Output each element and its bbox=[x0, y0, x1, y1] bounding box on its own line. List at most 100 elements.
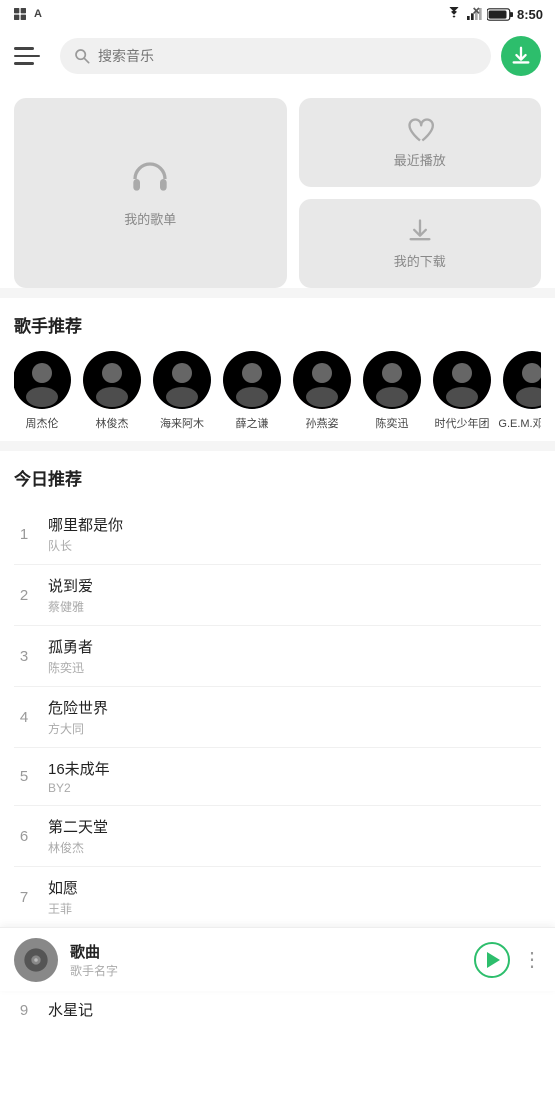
song-number: 1 bbox=[14, 526, 34, 543]
card-right: 最近播放 我的下载 bbox=[299, 98, 541, 288]
cards-section: 我的歌单 最近播放 我的下载 bbox=[0, 84, 555, 288]
more-button[interactable]: ⋮ bbox=[522, 947, 541, 972]
artist-photo bbox=[433, 351, 491, 409]
artist-avatar bbox=[363, 351, 421, 409]
artist-name: G.E.M.邓紫棋 bbox=[498, 415, 541, 431]
menu-line-1 bbox=[14, 47, 34, 50]
song-number: 3 bbox=[14, 648, 34, 665]
today-section: 今日推荐 1 哪里都是你 队长 2 说到爱 蔡健雅 3 孤勇者 陈奕迅 4 危险… bbox=[0, 451, 555, 1112]
status-right: 8:50 bbox=[445, 7, 543, 22]
artist-photo bbox=[503, 351, 541, 409]
song-item[interactable]: 7 如愿 王菲 bbox=[14, 867, 541, 928]
play-icon bbox=[487, 952, 500, 968]
artist-name: 林俊杰 bbox=[96, 415, 129, 431]
artist-photo bbox=[223, 351, 281, 409]
song-artist: BY2 bbox=[48, 781, 541, 795]
heart-icon bbox=[406, 116, 434, 144]
artist-name: 海来阿木 bbox=[160, 415, 204, 431]
search-input[interactable] bbox=[98, 48, 477, 64]
song-number: 7 bbox=[14, 889, 34, 906]
artist-name: 孙燕姿 bbox=[306, 415, 339, 431]
song-item[interactable]: 4 危险世界 方大同 bbox=[14, 687, 541, 748]
artist-item[interactable]: 周杰伦 bbox=[14, 351, 70, 431]
download-icon bbox=[510, 45, 532, 67]
top-bar bbox=[0, 28, 555, 84]
artist-name: 薛之谦 bbox=[236, 415, 269, 431]
song-info: 孤勇者 陈奕迅 bbox=[48, 636, 541, 676]
recent-play-card[interactable]: 最近播放 bbox=[299, 98, 541, 187]
song-item[interactable]: 5 16未成年 BY2 bbox=[14, 748, 541, 806]
artist-avatar bbox=[83, 351, 141, 409]
artists-section: 歌手推荐 周杰伦 林俊杰 bbox=[0, 298, 555, 441]
song-artist: 陈奕迅 bbox=[48, 659, 541, 676]
artist-photo bbox=[153, 351, 211, 409]
my-download-card[interactable]: 我的下载 bbox=[299, 199, 541, 288]
artist-item[interactable]: 海来阿木 bbox=[154, 351, 210, 431]
artist-avatar bbox=[503, 351, 541, 409]
artist-name: 时代少年团 bbox=[435, 415, 490, 431]
song-info: 16未成年 BY2 bbox=[48, 758, 541, 795]
song-title: 水星记 bbox=[48, 999, 541, 1020]
song-info: 水星记 bbox=[48, 999, 541, 1022]
artist-item[interactable]: 薛之谦 bbox=[224, 351, 280, 431]
song-title: 孤勇者 bbox=[48, 636, 541, 657]
artist-item[interactable]: 孙燕姿 bbox=[294, 351, 350, 431]
artist-avatar bbox=[433, 351, 491, 409]
artist-name: 陈奕迅 bbox=[376, 415, 409, 431]
artist-photo bbox=[363, 351, 421, 409]
artist-item[interactable]: 陈奕迅 bbox=[364, 351, 420, 431]
download-outline-icon bbox=[406, 217, 434, 245]
artist-item[interactable]: 林俊杰 bbox=[84, 351, 140, 431]
download-button[interactable] bbox=[501, 36, 541, 76]
album-art-icon bbox=[22, 946, 50, 974]
artist-avatar bbox=[14, 351, 71, 409]
artists-title: 歌手推荐 bbox=[14, 312, 541, 337]
song-info: 说到爱 蔡健雅 bbox=[48, 575, 541, 615]
artist-name: 周杰伦 bbox=[26, 415, 59, 431]
song-number: 9 bbox=[14, 1002, 34, 1019]
status-bar: A 8:50 bbox=[0, 0, 555, 28]
menu-button[interactable] bbox=[14, 38, 50, 74]
song-title: 危险世界 bbox=[48, 697, 541, 718]
player-info: 歌曲 歌手名字 bbox=[70, 941, 462, 979]
battery-icon bbox=[487, 8, 513, 21]
menu-line-3 bbox=[14, 62, 34, 65]
search-icon bbox=[74, 48, 90, 64]
artist-avatar bbox=[293, 351, 351, 409]
song-info: 如愿 王菲 bbox=[48, 877, 541, 917]
song-info: 危险世界 方大同 bbox=[48, 697, 541, 737]
player-title: 歌曲 bbox=[70, 941, 462, 962]
song-title: 第二天堂 bbox=[48, 816, 541, 837]
artist-item[interactable]: 时代少年团 bbox=[434, 351, 490, 431]
song-info: 第二天堂 林俊杰 bbox=[48, 816, 541, 856]
song-item[interactable]: 6 第二天堂 林俊杰 bbox=[14, 806, 541, 867]
artist-photo bbox=[14, 351, 71, 409]
song-artist: 方大同 bbox=[48, 720, 541, 737]
status-left: A bbox=[12, 6, 42, 22]
song-info: 哪里都是你 队长 bbox=[48, 514, 541, 554]
artist-avatar bbox=[153, 351, 211, 409]
song-item[interactable]: 3 孤勇者 陈奕迅 bbox=[14, 626, 541, 687]
search-bar[interactable] bbox=[60, 38, 491, 74]
song-item[interactable]: 9 水星记 bbox=[14, 989, 541, 1032]
artist-photo bbox=[293, 351, 351, 409]
song-number: 2 bbox=[14, 587, 34, 604]
my-download-label: 我的下载 bbox=[394, 251, 446, 270]
song-title: 哪里都是你 bbox=[48, 514, 541, 535]
recent-play-label: 最近播放 bbox=[394, 150, 446, 169]
song-artist: 林俊杰 bbox=[48, 839, 541, 856]
song-artist: 王菲 bbox=[48, 900, 541, 917]
artists-row: 周杰伦 林俊杰 海来阿木 bbox=[14, 351, 541, 431]
song-item[interactable]: 1 哪里都是你 队长 bbox=[14, 504, 541, 565]
song-item[interactable]: 2 说到爱 蔡健雅 bbox=[14, 565, 541, 626]
artist-photo bbox=[83, 351, 141, 409]
song-title: 16未成年 bbox=[48, 758, 541, 779]
artist-item[interactable]: G.E.M.邓紫棋 bbox=[504, 351, 541, 431]
player-controls: ⋮ bbox=[474, 942, 541, 978]
bottom-player: 歌曲 歌手名字 ⋮ bbox=[0, 927, 555, 991]
play-button[interactable] bbox=[474, 942, 510, 978]
my-playlist-label: 我的歌单 bbox=[124, 209, 176, 228]
my-playlist-card[interactable]: 我的歌单 bbox=[14, 98, 287, 288]
notification-icon bbox=[12, 6, 28, 22]
song-artist: 队长 bbox=[48, 537, 541, 554]
